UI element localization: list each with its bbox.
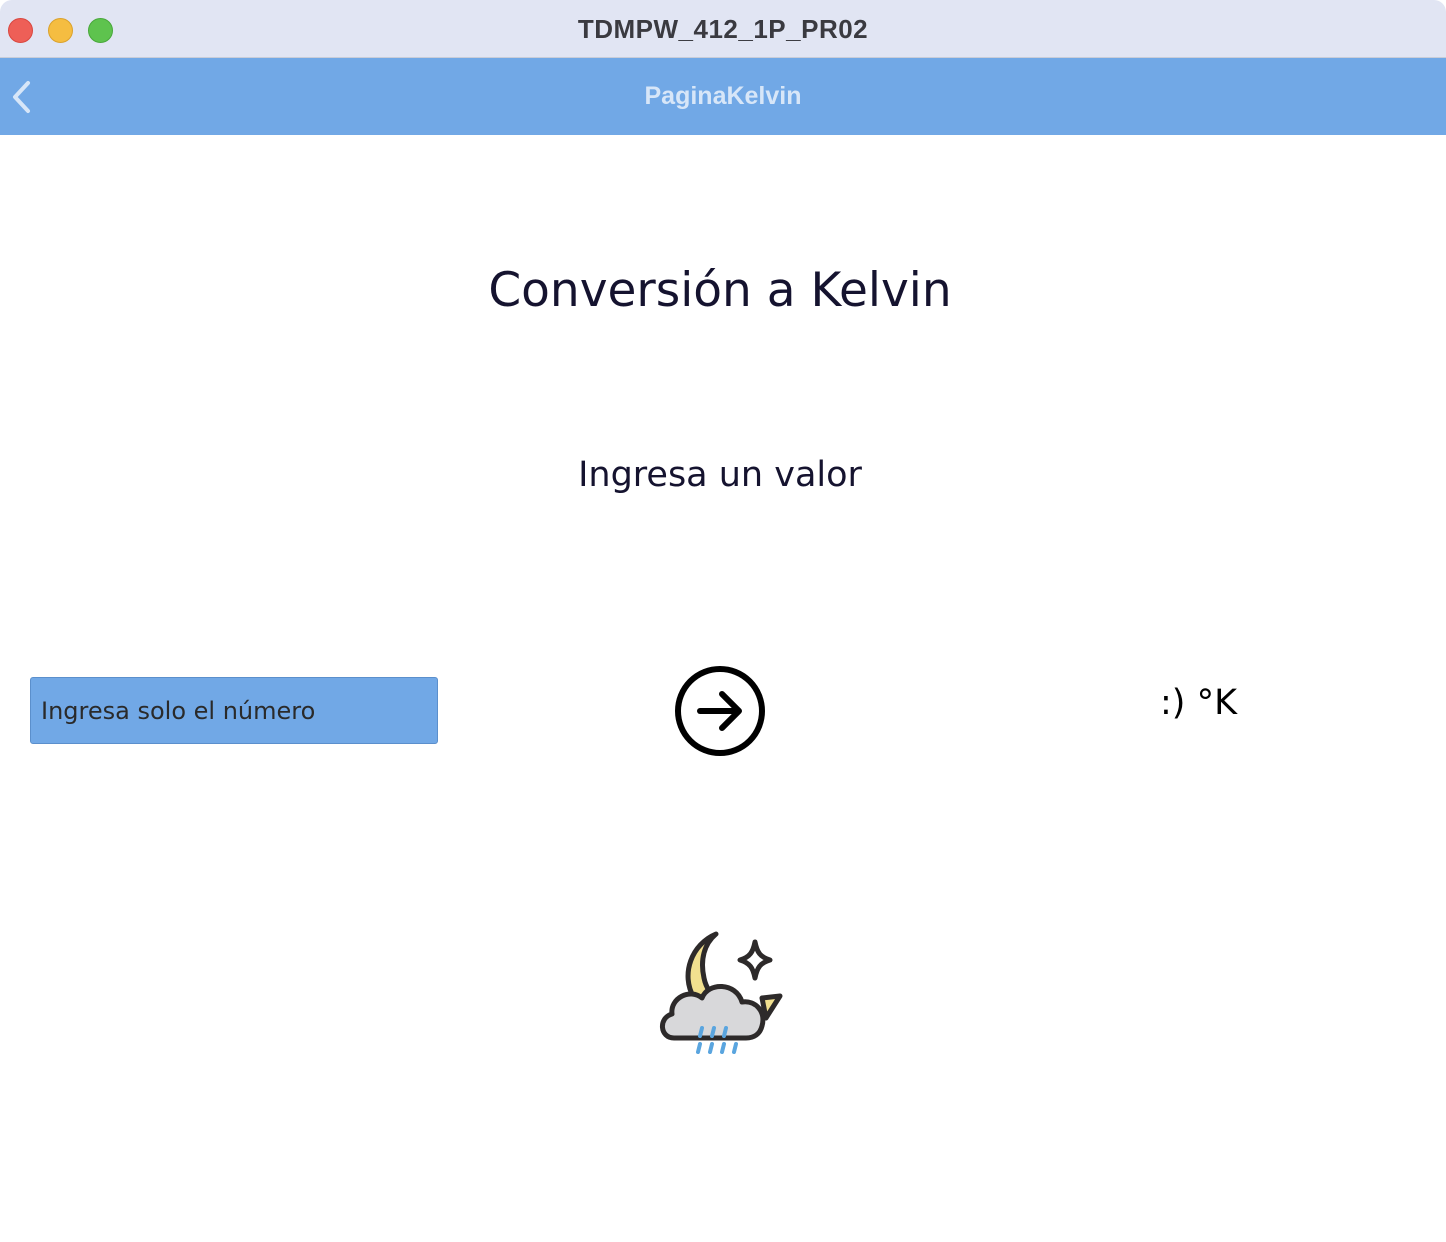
page-title: Conversión a Kelvin	[488, 263, 952, 318]
arrow-right-circle-icon	[675, 666, 765, 756]
title-bar: TDMPW_412_1P_PR02	[0, 0, 1446, 58]
prompt-label: Ingresa un valor	[578, 455, 862, 495]
navigation-bar: PaginaKelvin	[0, 58, 1446, 135]
moon-cloud-rain-icon	[660, 931, 783, 1054]
app-window: TDMPW_412_1P_PR02 PaginaKelvin Conversió…	[0, 0, 1446, 1242]
convert-button[interactable]	[672, 663, 768, 759]
window-title: TDMPW_412_1P_PR02	[577, 14, 869, 44]
weather-image	[650, 926, 790, 1066]
nav-title: PaginaKelvin	[644, 82, 802, 110]
number-input[interactable]	[30, 677, 438, 744]
result-label: :) °K	[1160, 683, 1238, 723]
